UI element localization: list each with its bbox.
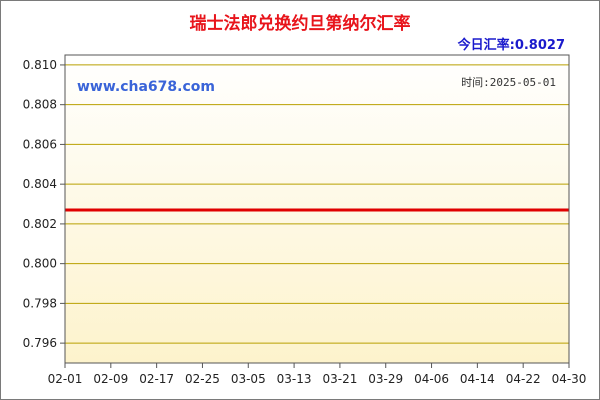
- x-tick-label: 04-14: [460, 372, 495, 386]
- y-tick-label: 0.798: [23, 296, 57, 310]
- y-tick-label: 0.806: [23, 137, 57, 151]
- y-tick-label: 0.802: [23, 217, 57, 231]
- x-tick-label: 03-21: [322, 372, 357, 386]
- x-tick-label: 03-05: [231, 372, 266, 386]
- x-tick-label: 02-17: [139, 372, 174, 386]
- time-label: 时间:2025-05-01: [461, 76, 556, 89]
- y-axis: 0.810 0.808 0.806 0.804 0.802 0.800 0.798 0.796: [23, 58, 65, 350]
- x-tick-label: 04-30: [552, 372, 587, 386]
- x-tick-label: 03-29: [368, 372, 403, 386]
- y-tick-label: 0.796: [23, 336, 57, 350]
- y-tick-label: 0.810: [23, 58, 57, 72]
- x-tick-label: 02-25: [185, 372, 220, 386]
- x-tick-label: 04-22: [506, 372, 541, 386]
- chart-svg: 0.810 0.808 0.806 0.804 0.802 0.800 0.798 0.796…: [23, 54, 587, 386]
- x-tick-label: 04-06: [414, 372, 449, 386]
- x-axis: 02-01 02-09 02-17 02-25 03-05 03-13 03-21 03-29…: [48, 363, 587, 386]
- y-tick-label: 0.804: [23, 177, 57, 191]
- y-tick-label: 0.808: [23, 98, 57, 112]
- y-tick-label: 0.800: [23, 257, 57, 271]
- chart-frame: 瑞士法郎兑换约旦第纳尔汇率 今日汇率:0.8027 0.810 0.808 0.80…: [0, 0, 600, 400]
- x-tick-label: 02-09: [93, 372, 128, 386]
- watermark-text: www.cha678.com: [77, 79, 215, 95]
- x-tick-label: 03-13: [277, 372, 312, 386]
- x-tick-label: 02-01: [48, 372, 83, 386]
